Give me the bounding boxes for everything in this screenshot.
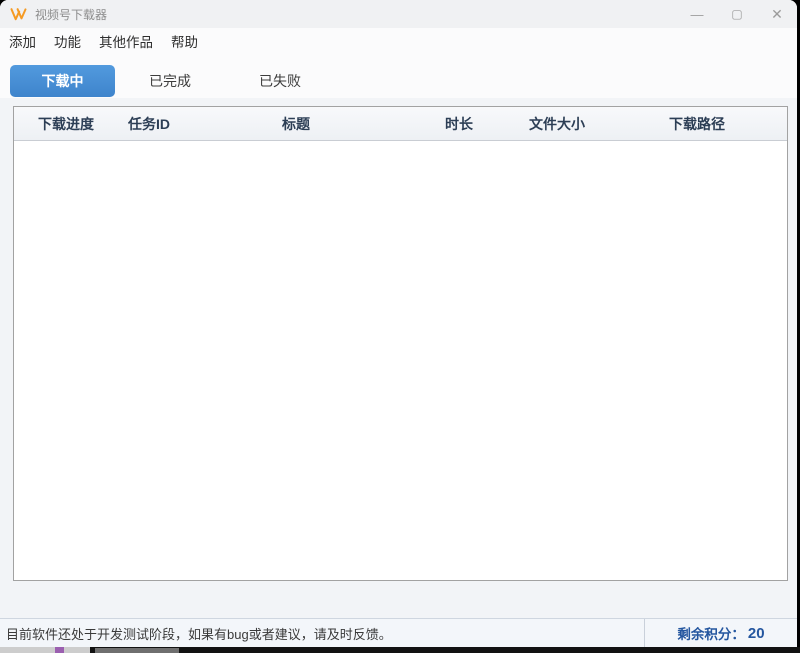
tab-completed[interactable]: 已完成 <box>115 65 225 97</box>
window-title: 视频号下载器 <box>35 6 107 23</box>
credits-value: 20 <box>748 625 765 642</box>
status-message: 目前软件还处于开发测试阶段，如果有bug或者建议，请及时反馈。 <box>0 619 645 647</box>
close-button[interactable]: ✕ <box>757 0 797 28</box>
menu-item-other-works[interactable]: 其他作品 <box>90 28 162 58</box>
maximize-button[interactable]: ▢ <box>717 0 757 28</box>
column-header-progress[interactable]: 下载进度 <box>14 114 118 134</box>
window-controls: — ▢ ✕ <box>677 0 797 28</box>
credits-label: 剩余积分： <box>677 623 745 643</box>
app-window: 视频号下载器 — ▢ ✕ 添加 功能 其他作品 帮助 下载中 已完成 已失败 下… <box>0 0 797 647</box>
content-area: 下载进度 任务ID 标题 时长 文件大小 下载路径 <box>0 98 797 618</box>
taskbar-remnant-2 <box>95 648 179 653</box>
menu-item-add[interactable]: 添加 <box>0 28 45 58</box>
taskbar-remnant <box>0 647 90 653</box>
column-header-duration[interactable]: 时长 <box>412 114 506 134</box>
download-table: 下载进度 任务ID 标题 时长 文件大小 下载路径 <box>13 106 788 581</box>
title-bar: 视频号下载器 — ▢ ✕ <box>0 0 797 28</box>
taskbar-remnant-mark <box>55 647 64 653</box>
menu-bar: 添加 功能 其他作品 帮助 <box>0 28 797 58</box>
column-header-file-size[interactable]: 文件大小 <box>506 114 608 134</box>
menu-item-features[interactable]: 功能 <box>45 28 90 58</box>
table-header-row: 下载进度 任务ID 标题 时长 文件大小 下载路径 <box>14 107 787 141</box>
wechat-channels-logo-icon <box>10 6 28 22</box>
status-bar: 目前软件还处于开发测试阶段，如果有bug或者建议，请及时反馈。 剩余积分： 20 <box>0 618 797 647</box>
column-header-task-id[interactable]: 任务ID <box>118 114 180 134</box>
table-body-empty <box>14 141 787 580</box>
column-header-path[interactable]: 下载路径 <box>608 114 786 134</box>
menu-item-help[interactable]: 帮助 <box>162 28 207 58</box>
tab-downloading[interactable]: 下载中 <box>10 65 115 97</box>
column-header-title[interactable]: 标题 <box>180 114 412 134</box>
tab-strip: 下载中 已完成 已失败 <box>0 64 797 98</box>
tab-failed[interactable]: 已失败 <box>225 65 335 97</box>
minimize-button[interactable]: — <box>677 0 717 28</box>
remaining-credits: 剩余积分： 20 <box>645 619 797 647</box>
desktop-background-strip <box>0 647 800 653</box>
